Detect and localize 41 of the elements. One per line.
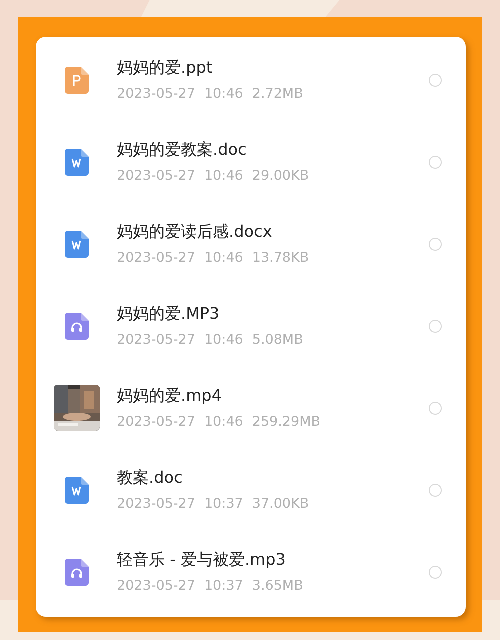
file-size: 2.72MB — [252, 86, 304, 102]
document-file-icon — [64, 148, 88, 176]
audio-file-icon — [64, 312, 88, 340]
file-time: 10:46 — [204, 86, 244, 102]
file-time: 10:46 — [204, 250, 244, 266]
file-name[interactable]: 教案.doc — [117, 468, 429, 489]
file-name[interactable]: 妈妈的爱教案.doc — [117, 140, 429, 161]
file-size: 13.78KB — [252, 250, 310, 266]
file-date: 2023-05-27 — [117, 578, 196, 594]
select-radio[interactable] — [429, 320, 442, 332]
select-radio[interactable] — [429, 238, 442, 250]
file-name[interactable]: 妈妈的爱.ppt — [117, 58, 429, 79]
file-name[interactable]: 妈妈的爱读后感.docx — [117, 222, 429, 243]
audio-file-icon — [64, 558, 88, 586]
select-radio[interactable] — [429, 566, 442, 578]
select-radio[interactable] — [429, 484, 442, 496]
select-radio[interactable] — [429, 402, 442, 414]
file-time: 10:37 — [204, 496, 244, 512]
file-date: 2023-05-27 — [117, 332, 196, 348]
file-time: 10:46 — [204, 168, 244, 184]
file-size: 5.08MB — [252, 332, 304, 348]
file-name[interactable]: 轻音乐 - 爱与被爱.mp3 — [117, 550, 429, 571]
select-radio[interactable] — [429, 156, 442, 168]
file-size: 259.29MB — [252, 414, 321, 430]
document-file-icon — [64, 230, 88, 258]
file-name[interactable]: 妈妈的爱.MP3 — [117, 304, 429, 325]
file-name[interactable]: 妈妈的爱.mp4 — [117, 386, 429, 407]
file-time: 10:46 — [204, 414, 244, 430]
file-time: 10:46 — [204, 332, 244, 348]
document-file-icon — [64, 476, 88, 504]
select-radio[interactable] — [429, 74, 442, 86]
file-time: 10:37 — [204, 578, 244, 594]
file-date: 2023-05-27 — [117, 168, 196, 184]
file-date: 2023-05-27 — [117, 86, 196, 102]
file-date: 2023-05-27 — [117, 414, 196, 430]
file-size: 3.65MB — [252, 578, 304, 594]
file-size: 37.00KB — [252, 496, 310, 512]
file-date: 2023-05-27 — [117, 250, 196, 266]
file-size: 29.00KB — [252, 168, 310, 184]
presentation-file-icon — [64, 66, 88, 94]
file-date: 2023-05-27 — [117, 496, 196, 512]
